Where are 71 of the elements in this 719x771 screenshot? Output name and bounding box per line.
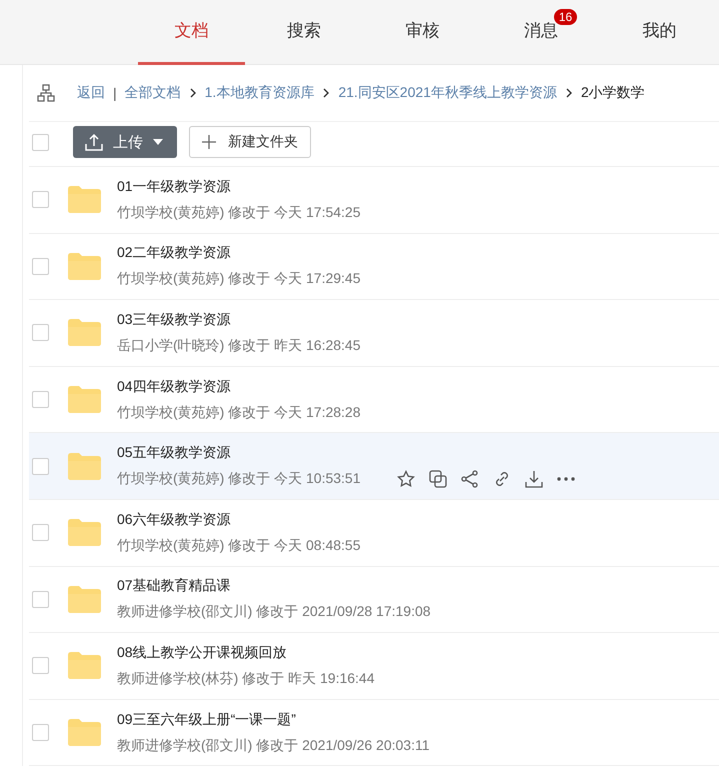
separator: | bbox=[113, 85, 117, 101]
count-badge: 16 bbox=[554, 9, 578, 25]
folder-name[interactable]: 05五年级教学资源 bbox=[117, 444, 574, 462]
folder-icon bbox=[68, 252, 101, 280]
star-icon[interactable] bbox=[396, 470, 414, 488]
row-checkbox[interactable] bbox=[32, 524, 49, 542]
modified-info: 竹坝学校(黄苑婷) 修改于 今天 17:29:45 bbox=[117, 270, 360, 288]
nav-tab[interactable]: 文档 bbox=[138, 0, 245, 65]
folder-icon bbox=[68, 652, 101, 680]
chevron-icon bbox=[322, 88, 330, 98]
modified-info: 教师进修学校(林芬) 修改于 昨天 19:16:44 bbox=[117, 670, 374, 688]
folder-row[interactable]: 01一年级教学资源 竹坝学校(黄苑婷) 修改于 今天 17:54:25 bbox=[29, 167, 719, 234]
folder-name[interactable]: 01一年级教学资源 bbox=[117, 178, 360, 196]
modified-info: 竹坝学校(黄苑婷) 修改于 今天 17:54:25 bbox=[117, 204, 360, 222]
folder-icon bbox=[68, 386, 101, 414]
folder-row[interactable]: 08线上教学公开课视频回放 教师进修学校(林芬) 修改于 昨天 19:16:44 bbox=[29, 633, 719, 700]
folder-row[interactable]: 02二年级教学资源 竹坝学校(黄苑婷) 修改于 今天 17:29:45 bbox=[29, 234, 719, 300]
nav-tab[interactable]: 搜索 bbox=[244, 0, 364, 65]
modified-info: 教师进修学校(邵文川) 修改于 2021/09/26 20:03:11 bbox=[117, 736, 430, 755]
folder-name[interactable]: 07基础教育精品课 bbox=[117, 577, 431, 596]
folder-row[interactable]: 07基础教育精品课 教师进修学校(邵文川) 修改于 2021/09/28 17:19:08 bbox=[29, 566, 719, 634]
row-checkbox[interactable] bbox=[32, 458, 49, 475]
folder-name[interactable]: 08线上教学公开课视频回放 bbox=[117, 644, 374, 662]
folder-row[interactable]: 03三年级教学资源 岳口小学(叶晓玲) 修改于 昨天 16:28:45 bbox=[29, 300, 719, 367]
row-checkbox[interactable] bbox=[32, 391, 49, 408]
row-checkbox[interactable] bbox=[32, 324, 49, 342]
folder-name[interactable]: 04四年级教学资源 bbox=[117, 378, 360, 396]
row-checkbox[interactable] bbox=[32, 590, 49, 608]
chevron-icon bbox=[564, 88, 573, 98]
folder-row[interactable]: 06六年级教学资源 竹坝学校(黄苑婷) 修改于 今天 08:48:55 bbox=[29, 500, 719, 567]
breadcrumb-item[interactable]: 1.本地教育资源库 bbox=[204, 84, 314, 102]
folder-name[interactable]: 06六年级教学资源 bbox=[117, 510, 360, 529]
row-checkbox[interactable] bbox=[32, 191, 49, 208]
row-checkbox[interactable] bbox=[32, 724, 49, 742]
folder-name[interactable]: 02二年级教学资源 bbox=[117, 244, 360, 262]
nav-tab[interactable]: 我的 bbox=[600, 0, 719, 65]
row-checkbox[interactable] bbox=[32, 258, 49, 275]
copy-icon[interactable] bbox=[428, 470, 446, 488]
upload-button[interactable]: 上传 bbox=[73, 126, 177, 158]
share-icon[interactable] bbox=[460, 470, 478, 488]
folder-name[interactable]: 09三至六年级上册“一课一题” bbox=[117, 710, 430, 729]
folder-row[interactable]: 05五年级教学资源 竹坝学校(黄苑婷) 修改于 今天 10:53:51 bbox=[29, 433, 719, 500]
back-link[interactable]: 返回 bbox=[77, 84, 105, 102]
folder-icon bbox=[68, 719, 101, 746]
breadcrumb-item[interactable]: 21.同安区2021年秋季线上教学资源 bbox=[338, 84, 557, 102]
modified-info: 教师进修学校(邵文川) 修改于 2021/09/28 17:19:08 bbox=[117, 603, 431, 622]
folder-icon bbox=[68, 586, 101, 613]
select-all-checkbox[interactable] bbox=[32, 134, 49, 150]
modified-info: 岳口小学(叶晓玲) 修改于 昨天 16:28:45 bbox=[117, 336, 360, 355]
nav-tab[interactable]: 审核 bbox=[363, 0, 482, 65]
plus-icon bbox=[202, 135, 216, 149]
upload-icon bbox=[85, 133, 103, 151]
modified-info: 竹坝学校(黄苑婷) 修改于 今天 10:53:51 bbox=[117, 470, 360, 488]
folder-name[interactable]: 03三年级教学资源 bbox=[117, 310, 360, 329]
modified-info: 竹坝学校(黄苑婷) 修改于 今天 08:48:55 bbox=[117, 536, 360, 555]
nav-tab[interactable]: 消息 16 bbox=[482, 0, 600, 65]
more-icon[interactable] bbox=[556, 477, 574, 482]
folder-icon bbox=[68, 452, 101, 480]
caret-icon bbox=[153, 139, 163, 145]
breadcrumb-item[interactable]: 全部文档 bbox=[124, 84, 181, 102]
folder-icon bbox=[68, 319, 101, 346]
breadcrumb-item: 2小学数学 bbox=[580, 84, 645, 102]
row-checkbox[interactable] bbox=[32, 657, 49, 674]
modified-info: 竹坝学校(黄苑婷) 修改于 今天 17:28:28 bbox=[117, 404, 360, 422]
hierarchy-icon bbox=[37, 84, 55, 102]
folder-icon bbox=[68, 186, 101, 214]
chevron-icon bbox=[188, 88, 197, 98]
new-folder-button[interactable]: 新建文件夹 bbox=[189, 126, 311, 158]
folder-icon bbox=[68, 519, 101, 546]
folder-row[interactable]: 09三至六年级上册“一课一题” 教师进修学校(邵文川) 修改于 2021/09/26 20:03:11 bbox=[29, 700, 719, 766]
download-icon[interactable] bbox=[524, 470, 542, 488]
